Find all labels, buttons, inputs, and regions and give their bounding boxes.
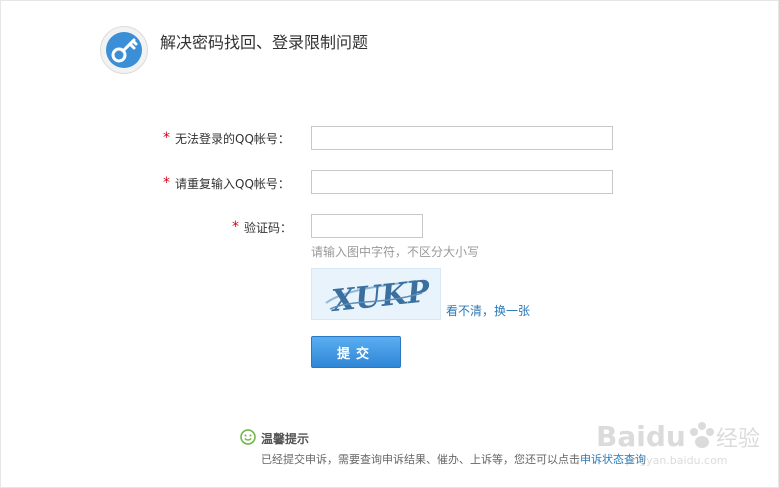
paw-icon	[690, 422, 714, 448]
tip-body-text: 已经提交申诉，需要查询申诉结果、催办、上诉等，您还可以点击	[261, 453, 580, 466]
required-mark: *	[163, 175, 170, 191]
refresh-captcha-link[interactable]: 看不清，换一张	[446, 302, 530, 319]
required-mark: *	[232, 219, 239, 235]
qq-account-input[interactable]	[311, 126, 613, 150]
watermark-cn: 经验	[716, 427, 760, 452]
header-logo	[100, 26, 148, 74]
key-icon	[111, 38, 138, 63]
submit-button[interactable]: 提交	[311, 336, 401, 368]
captcha-input[interactable]	[311, 214, 423, 238]
tip-title: 温馨提示	[261, 432, 310, 446]
captcha-image[interactable]: XUKP	[311, 268, 441, 320]
page-title: 解决密码找回、登录限制问题	[160, 33, 369, 52]
smile-icon	[240, 429, 256, 445]
captcha-text: XUKP	[328, 274, 433, 319]
watermark-url: jingyan.baidu.com	[625, 454, 728, 467]
captcha-hint: 请输入图中字符，不区分大小写	[311, 245, 480, 259]
qq-repeat-input[interactable]	[311, 170, 613, 194]
required-mark: *	[163, 130, 170, 146]
captcha-label: 验证码：	[244, 221, 293, 235]
qq-account-label: 无法登录的QQ帐号：	[175, 132, 290, 146]
qq-repeat-label: 请重复输入QQ帐号：	[175, 177, 290, 191]
baidu-watermark: Baidu 经验 jingyan.baidu.com	[596, 420, 760, 467]
watermark-brand: Baidu	[596, 420, 686, 453]
tip-body: 已经提交申诉，需要查询申诉结果、催办、上诉等，您还可以点击申诉状态查询	[261, 451, 646, 467]
